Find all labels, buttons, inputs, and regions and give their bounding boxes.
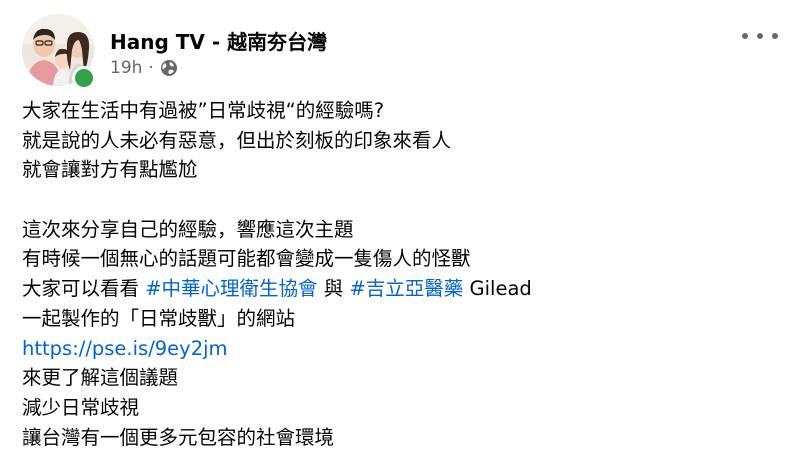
hashtag-link[interactable]: #中華心理衛生協會 (145, 277, 317, 300)
post-meta: 19h · (110, 58, 178, 78)
text-segment: 與 (317, 277, 350, 301)
more-options-button[interactable] (742, 24, 778, 48)
text-segment: 大家可以看看 (22, 277, 146, 301)
hashtag-link[interactable]: #吉立亞醫藥 (349, 277, 463, 300)
text-segment: Gilead (463, 277, 532, 301)
post-header: Hang TV - 越南夯台灣 19h · (18, 12, 782, 90)
timestamp[interactable]: 19h (110, 58, 142, 78)
meta-separator: · (148, 58, 154, 78)
post-text-line: 大家在生活中有過被”日常歧視“的經驗嗎? (22, 99, 385, 122)
post-text-line: 來更了解這個議題 (22, 366, 179, 390)
post-text-line: 就會讓對方有點尷尬 (22, 158, 198, 182)
post-text-line: 讓台灣有一個更多元包容的社會環境 (22, 425, 335, 449)
more-horizontal-icon (757, 33, 763, 39)
post-text-line: 有時候一個無心的話題可能都會變成一隻傷人的怪獸 (22, 247, 471, 271)
more-horizontal-icon (742, 33, 748, 39)
author-name[interactable]: Hang TV - 越南夯台灣 (110, 26, 327, 55)
external-link[interactable]: https://pse.is/9ey2jm (22, 337, 228, 360)
online-status-dot (72, 66, 96, 90)
post-text-line: 就是說的人未必有惡意，但出於刻板的印象來看人 (22, 128, 452, 152)
post-text-line-with-hashtags: 大家可以看看 #中華心理衛生協會 與 #吉立亞醫藥 Gilead (22, 274, 782, 304)
post-text-line: 這次來分享自己的經驗，響應這次主題 (22, 217, 354, 241)
post-text: 大家在生活中有過被”日常歧視“的經驗嗎? 就是說的人未必有惡意，但出於刻板的印象… (22, 96, 782, 452)
post-text-line: 一起製作的「日常歧獸」的網站 (22, 306, 296, 330)
more-horizontal-icon (772, 33, 778, 39)
post-text-line: 減少日常歧視 (22, 395, 140, 419)
globe-icon[interactable] (160, 59, 178, 77)
